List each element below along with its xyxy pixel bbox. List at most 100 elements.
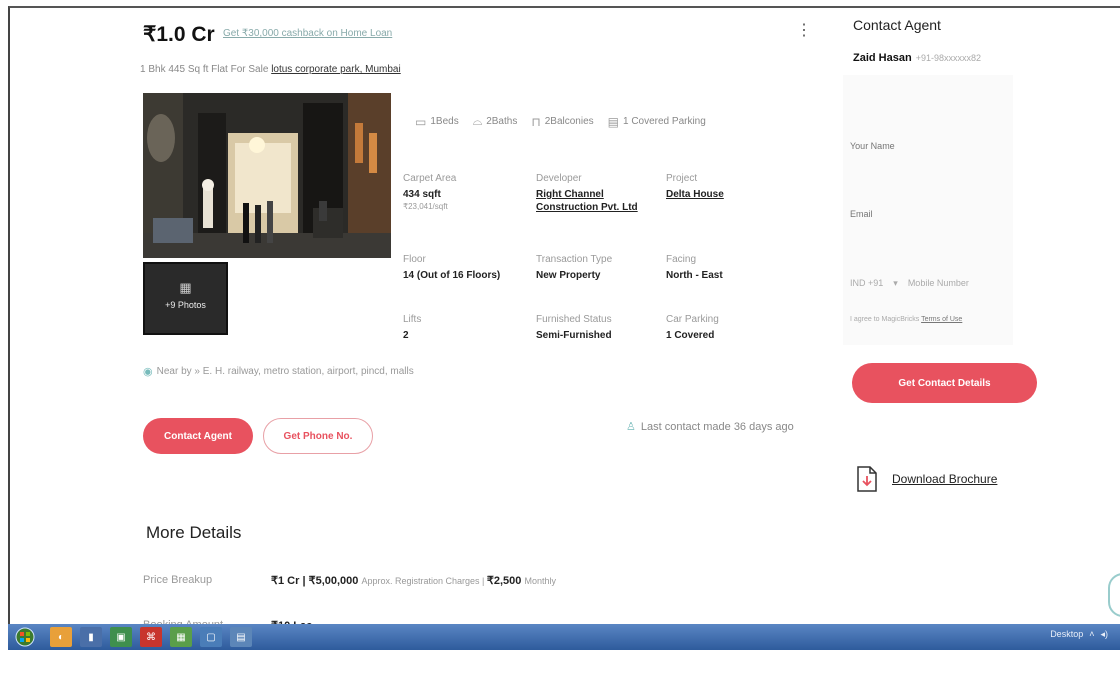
detail-value: North - East: [666, 270, 723, 281]
price-breakup-value: ₹1 Cr | ₹5,00,000 Approx. Registration C…: [271, 574, 556, 587]
contact-agent-title: Contact Agent: [853, 17, 941, 33]
windows-taskbar: ◐ ▮ ▣ ⌘ ▦ ▢ ▤ Desktop ˄ ◂): [8, 624, 1120, 650]
detail-furnished: Furnished Status Semi-Furnished: [536, 314, 656, 342]
main-property-photo[interactable]: [143, 93, 391, 258]
terms-prefix: I agree to MagicBricks: [850, 316, 920, 323]
email-input[interactable]: [850, 209, 1000, 219]
chevron-down-icon[interactable]: ▾: [893, 278, 898, 289]
detail-label: Transaction Type: [536, 254, 613, 265]
property-price: ₹1.0 Cr: [143, 23, 215, 46]
last-contact-text: Last contact made 36 days ago: [640, 420, 794, 433]
detail-project: Project Delta House: [666, 173, 766, 201]
location-link[interactable]: lotus corporate park, Mumbai: [271, 64, 401, 75]
detail-label: Car Parking: [666, 314, 719, 325]
bed-icon: ▭: [415, 114, 427, 129]
download-brochure-label: Download Brochure: [892, 472, 998, 486]
amenity-beds: ▭ 1Beds: [415, 115, 459, 129]
price-breakup-label: Price Breakup: [143, 574, 213, 586]
detail-transaction: Transaction Type New Property: [536, 254, 656, 282]
detail-facing: Facing North - East: [666, 254, 766, 282]
system-tray: Desktop ˄ ◂): [1050, 629, 1108, 640]
get-contact-details-button[interactable]: Get Contact Details: [852, 363, 1037, 403]
detail-value: 1 Covered: [666, 330, 715, 341]
nearby-text: Near by » E. H. railway, metro station, …: [156, 366, 414, 377]
photo-stack-icon: ▦: [179, 280, 192, 295]
agent-info: Zaid Hasan +91-98xxxxxx82: [853, 52, 981, 64]
amenity-baths: ⌓ 2Baths: [473, 114, 518, 129]
detail-label: Carpet Area: [403, 173, 457, 184]
desktop-label[interactable]: Desktop: [1050, 629, 1083, 640]
agent-phone: +91-98xxxxxx82: [915, 53, 981, 63]
more-photos-count: +9 Photos: [165, 300, 206, 310]
terms-text: I agree to MagicBricks Terms of Use: [850, 316, 962, 323]
mobile-input[interactable]: Mobile Number: [908, 278, 969, 289]
monthly-label: Monthly: [524, 576, 556, 586]
chevron-up-icon[interactable]: ˄: [1089, 629, 1094, 640]
detail-label: Floor: [403, 254, 426, 265]
detail-value: 2: [403, 330, 409, 341]
detail-label: Developer: [536, 173, 582, 184]
amenity-balconies: ⊓ 2Balconies: [531, 115, 593, 129]
nearby-info: ◉ Near by » E. H. railway, metro station…: [143, 365, 414, 378]
taskbar-browser-icon[interactable]: ◐: [50, 627, 72, 647]
detail-value: 14 (Out of 16 Floors): [403, 270, 501, 281]
taskbar-app-icon[interactable]: ▣: [110, 627, 132, 647]
detail-label: Facing: [666, 254, 697, 265]
last-contact-info: ♙ Last contact made 36 days ago: [626, 420, 794, 434]
detail-developer: Developer Right Channel Construction Pvt…: [536, 173, 656, 214]
detail-sub: ₹23,041/sqft: [403, 202, 448, 211]
terms-link[interactable]: Terms of Use: [921, 316, 962, 323]
detail-label: Lifts: [403, 314, 422, 325]
taskbar-explorer-icon[interactable]: ▤: [230, 627, 252, 647]
download-brochure[interactable]: Download Brochure: [856, 466, 997, 492]
cashback-link[interactable]: Get ₹30,000 cashback on Home Loan: [223, 28, 392, 39]
registration-charges-label: Approx. Registration Charges |: [361, 576, 487, 586]
country-code-select[interactable]: IND +91: [850, 278, 883, 289]
amenity-label: 2Baths: [486, 116, 518, 127]
agent-name: Zaid Hasan: [853, 52, 912, 64]
price-breakup-row: Price Breakup ₹1 Cr | ₹5,00,000 Approx. …: [143, 574, 556, 587]
amenity-parking: ▤ 1 Covered Parking: [608, 115, 706, 129]
property-subtitle: 1 Bhk 445 Sq ft Flat For Sale lotus corp…: [140, 64, 401, 75]
amenity-label: 2Balconies: [544, 116, 594, 127]
developer-link[interactable]: Right Channel Construction Pvt. Ltd: [536, 188, 656, 214]
detail-label: Project: [666, 173, 698, 184]
project-link[interactable]: Delta House: [666, 188, 766, 201]
taskbar-window-icon[interactable]: ▢: [200, 627, 222, 647]
detail-label: Furnished Status: [536, 314, 612, 325]
pdf-download-icon: [857, 466, 877, 492]
balcony-icon: ⊓: [531, 114, 541, 129]
detail-value[interactable]: 434 sqft: [403, 188, 523, 201]
detail-car-parking: Car Parking 1 Covered: [666, 314, 766, 342]
detail-value: Semi-Furnished: [536, 330, 612, 341]
get-phone-button[interactable]: Get Phone No.: [263, 418, 373, 454]
chat-bubble-button[interactable]: [1108, 573, 1120, 617]
monthly-amount: ₹2,500: [486, 575, 522, 587]
more-options-icon[interactable]: ⋮: [796, 20, 812, 40]
speaker-icon[interactable]: ◂): [1100, 629, 1108, 640]
location-pin-icon: ◉: [143, 366, 153, 378]
subtitle-text: 1 Bhk 445 Sq ft Flat For Sale: [140, 64, 269, 75]
price-breakup-amount: ₹1 Cr | ₹5,00,000: [271, 575, 359, 587]
amenities-row: ▭ 1Beds ⌓ 2Baths ⊓ 2Balconies ▤ 1 Covered Pa…: [415, 114, 706, 129]
detail-value: New Property: [536, 270, 601, 281]
contact-agent-button[interactable]: Contact Agent: [143, 418, 253, 454]
mobile-row: IND +91 ▾ Mobile Number: [850, 278, 969, 289]
amenity-label: 1Beds: [430, 116, 459, 127]
detail-lifts: Lifts 2: [403, 314, 523, 342]
taskbar-pdf-icon[interactable]: ⌘: [140, 627, 162, 647]
detail-floor: Floor 14 (Out of 16 Floors): [403, 254, 528, 282]
more-photos-thumbnail[interactable]: ▦ +9 Photos: [143, 262, 228, 335]
start-button[interactable]: [8, 625, 42, 649]
parking-icon: ▤: [607, 114, 619, 129]
person-icon: ♙: [626, 421, 636, 433]
detail-carpet-area: Carpet Area 434 sqft ₹23,041/sqft: [403, 173, 523, 211]
bath-icon: ⌓: [472, 114, 483, 128]
name-input[interactable]: [850, 141, 1000, 151]
taskbar-sheet-icon[interactable]: ▦: [170, 627, 192, 647]
taskbar-file-icon[interactable]: ▮: [80, 627, 102, 647]
amenity-label: 1 Covered Parking: [622, 116, 706, 127]
windows-logo-icon: [15, 627, 35, 647]
lobby-photo-image: [143, 93, 391, 258]
more-details-title: More Details: [146, 523, 242, 542]
